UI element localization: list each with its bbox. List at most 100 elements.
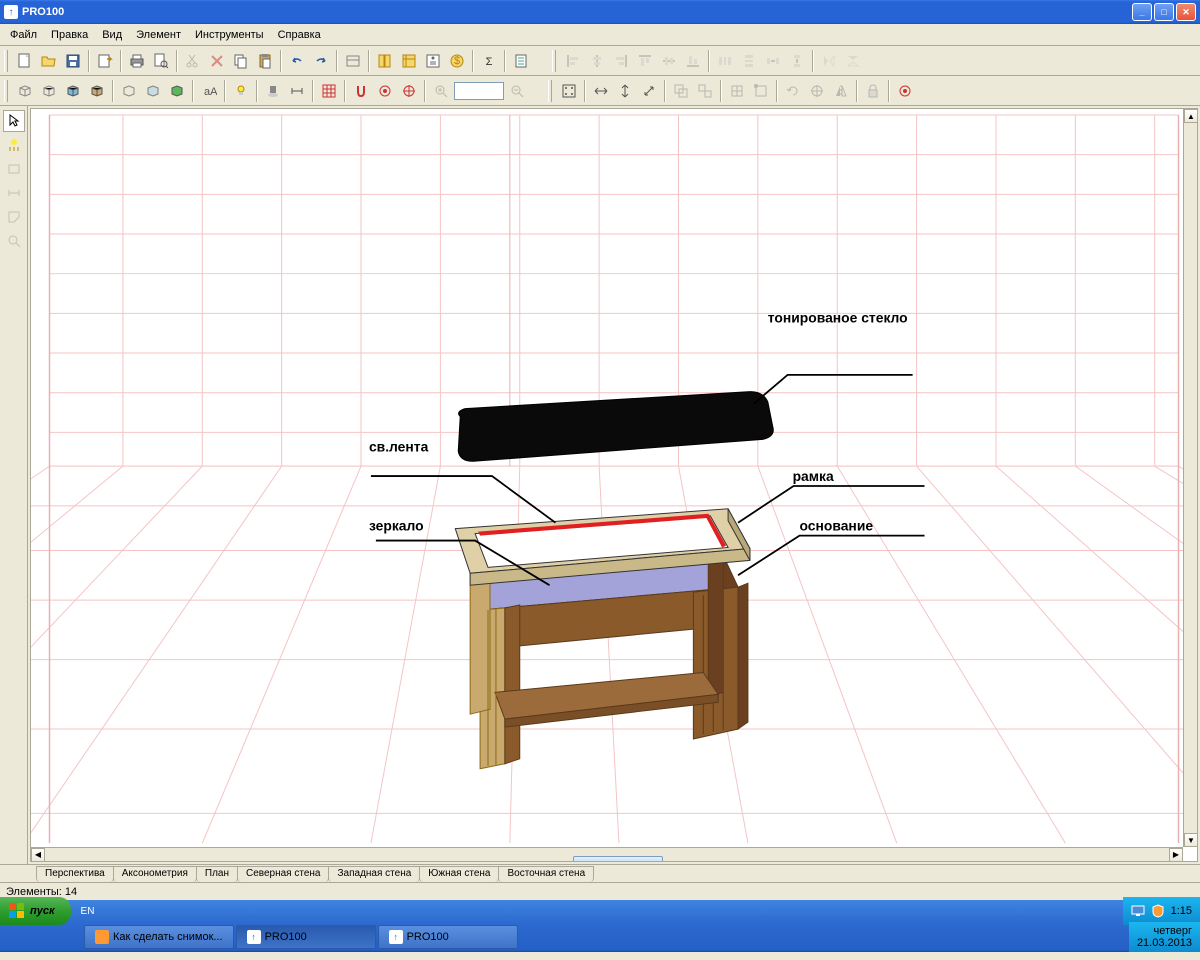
menu-edit[interactable]: Правка	[45, 27, 94, 43]
price-icon[interactable]: $	[446, 50, 468, 72]
copy-icon[interactable]	[230, 50, 252, 72]
wireframe-icon[interactable]	[14, 80, 36, 102]
rotate-free-icon[interactable]	[806, 80, 828, 102]
horizontal-scrollbar[interactable]: ◀ ▶	[31, 847, 1183, 861]
undo-icon[interactable]	[286, 50, 308, 72]
align-center-v-icon[interactable]	[658, 50, 680, 72]
space-v-icon[interactable]	[786, 50, 808, 72]
catalog-icon[interactable]	[374, 50, 396, 72]
distribute-v-icon[interactable]	[738, 50, 760, 72]
save-icon[interactable]	[62, 50, 84, 72]
text-label-icon[interactable]: aA	[198, 80, 220, 102]
align-left-icon[interactable]	[562, 50, 584, 72]
dimension-icon[interactable]	[3, 182, 25, 204]
report-icon[interactable]	[510, 50, 532, 72]
zoom-combo[interactable]	[454, 82, 504, 100]
menu-view[interactable]: Вид	[96, 27, 128, 43]
scroll-up-icon[interactable]: ▲	[1184, 109, 1198, 123]
shadow-icon[interactable]	[262, 80, 284, 102]
tray-icon-shield[interactable]	[1151, 904, 1165, 918]
properties-icon[interactable]	[422, 50, 444, 72]
scroll-left-icon[interactable]: ◀	[31, 848, 45, 862]
lock-icon[interactable]	[862, 80, 884, 102]
space-h-icon[interactable]	[762, 50, 784, 72]
tab-east[interactable]: Восточная стена	[498, 866, 594, 882]
move-x-icon[interactable]	[590, 80, 612, 102]
taskbar-item[interactable]: ↑ PRO100	[378, 925, 518, 949]
menu-element[interactable]: Элемент	[130, 27, 187, 43]
center-pivot-icon[interactable]	[726, 80, 748, 102]
tab-west[interactable]: Западная стена	[328, 866, 420, 882]
language-indicator[interactable]: EN	[75, 906, 101, 917]
date-block[interactable]: четверг 21.03.2013	[1137, 925, 1192, 949]
redo-icon[interactable]	[310, 50, 332, 72]
clock[interactable]: 1:15	[1171, 905, 1192, 917]
zoom-region-icon[interactable]	[3, 230, 25, 252]
snap-icon[interactable]	[350, 80, 372, 102]
corner-pivot-icon[interactable]	[750, 80, 772, 102]
import-icon[interactable]	[94, 50, 116, 72]
tool-a-icon[interactable]	[342, 50, 364, 72]
taskbar-item[interactable]: Как сделать снимок...	[84, 925, 234, 949]
red-target-icon[interactable]	[894, 80, 916, 102]
align-bottom-icon[interactable]	[682, 50, 704, 72]
colors-icon[interactable]	[62, 80, 84, 102]
structure-icon[interactable]	[398, 50, 420, 72]
shape-icon[interactable]	[3, 206, 25, 228]
menu-file[interactable]: Файл	[4, 27, 43, 43]
open-file-icon[interactable]	[38, 50, 60, 72]
paste-icon[interactable]	[254, 50, 276, 72]
group-icon[interactable]	[670, 80, 692, 102]
rotate-cw-icon[interactable]	[782, 80, 804, 102]
trans-a-icon[interactable]	[118, 80, 140, 102]
minimize-button[interactable]: _	[1132, 3, 1152, 21]
target-icon[interactable]	[398, 80, 420, 102]
distribute-h-icon[interactable]	[714, 50, 736, 72]
close-button[interactable]: ✕	[1176, 3, 1196, 21]
sketch-icon[interactable]	[38, 80, 60, 102]
tab-axonometry[interactable]: Аксонометрия	[113, 866, 197, 882]
flip-v-icon[interactable]	[842, 50, 864, 72]
dim-icon[interactable]	[286, 80, 308, 102]
scroll-right-icon[interactable]: ▶	[1169, 848, 1183, 862]
flip-h-icon[interactable]	[818, 50, 840, 72]
vertical-scrollbar[interactable]: ▲ ▼	[1183, 109, 1197, 847]
menu-tools[interactable]: Инструменты	[189, 27, 270, 43]
align-right-icon[interactable]	[610, 50, 632, 72]
move-z-icon[interactable]	[638, 80, 660, 102]
sigma-icon[interactable]: Σ	[478, 50, 500, 72]
delete-icon[interactable]	[206, 50, 228, 72]
ungroup-icon[interactable]	[694, 80, 716, 102]
scroll-thumb[interactable]	[573, 856, 663, 863]
align-top-icon[interactable]	[634, 50, 656, 72]
collision-icon[interactable]	[374, 80, 396, 102]
trans-c-icon[interactable]	[166, 80, 188, 102]
new-element-icon[interactable]	[3, 158, 25, 180]
viewport[interactable]: тонированое стекло св.лента зеркало рамк…	[30, 108, 1198, 862]
print-icon[interactable]	[126, 50, 148, 72]
align-center-h-icon[interactable]	[586, 50, 608, 72]
textures-icon[interactable]	[86, 80, 108, 102]
move-icon[interactable]	[558, 80, 580, 102]
cut-icon[interactable]	[182, 50, 204, 72]
light-icon[interactable]	[3, 134, 25, 156]
grid-icon[interactable]	[318, 80, 340, 102]
move-y-icon[interactable]	[614, 80, 636, 102]
zoom-in-icon[interactable]	[430, 80, 452, 102]
trans-b-icon[interactable]	[142, 80, 164, 102]
select-icon[interactable]	[3, 110, 25, 132]
tab-perspective[interactable]: Перспектива	[36, 866, 114, 882]
tray-icon-monitor[interactable]	[1131, 904, 1145, 918]
taskbar-item[interactable]: ↑ PRO100	[236, 925, 376, 949]
tab-plan[interactable]: План	[196, 866, 238, 882]
light-icon[interactable]	[230, 80, 252, 102]
menu-help[interactable]: Справка	[272, 27, 327, 43]
print-preview-icon[interactable]	[150, 50, 172, 72]
new-file-icon[interactable]	[14, 50, 36, 72]
mirror-icon[interactable]	[830, 80, 852, 102]
tab-north[interactable]: Северная стена	[237, 866, 330, 882]
maximize-button[interactable]: □	[1154, 3, 1174, 21]
scroll-down-icon[interactable]: ▼	[1184, 833, 1198, 847]
zoom-out-icon[interactable]	[506, 80, 528, 102]
tab-south[interactable]: Южная стена	[419, 866, 499, 882]
